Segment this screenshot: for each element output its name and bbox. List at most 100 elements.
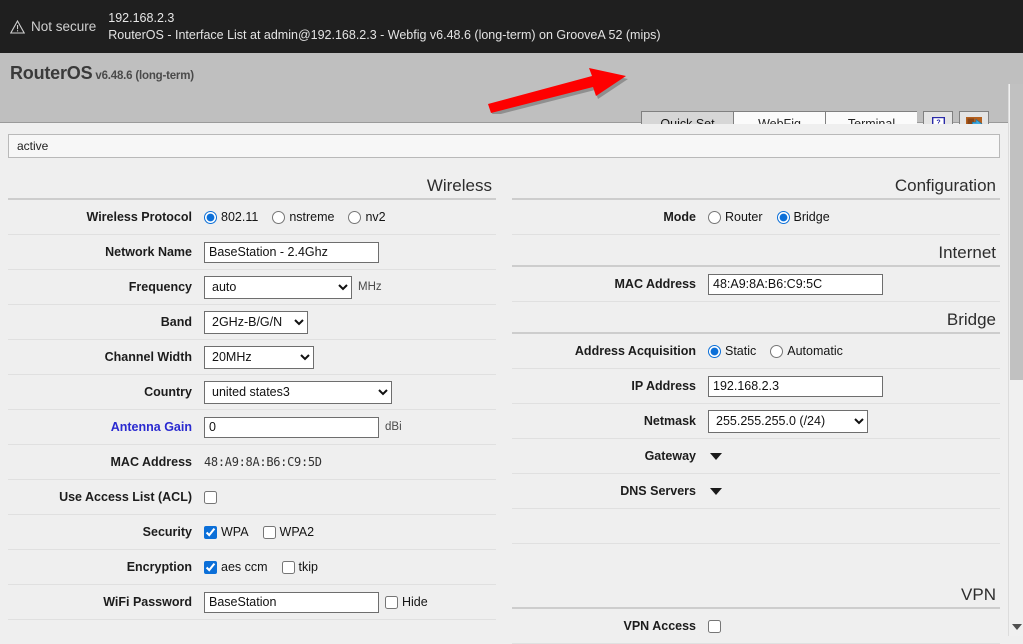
radio-mode-bridge[interactable]: Bridge [777, 210, 830, 224]
row-channel-width: Channel Width 20MHz20/40MHz Ce20/40MHz e… [8, 340, 496, 375]
antenna-gain-input[interactable] [204, 417, 379, 438]
radio-mode-router-label: Router [725, 210, 763, 224]
radio-protocol-80211[interactable]: 802.11 [204, 210, 258, 224]
routeros-version: v6.48.6 (long-term) [95, 70, 193, 82]
radio-acquisition-static-label: Static [725, 344, 756, 358]
ip-address-input[interactable] [708, 376, 883, 397]
label-internet-mac-address: MAC Address [512, 277, 708, 291]
dns-servers-expand-chevron-down-icon[interactable] [710, 488, 722, 495]
row-mode: Mode Router Bridge [512, 200, 1000, 235]
check-security-wpa[interactable]: WPA [204, 525, 249, 539]
check-hide-password-label: Hide [402, 595, 428, 609]
url-text: 192.168.2.3 [108, 10, 660, 27]
page-title-text: RouterOS - Interface List at admin@192.1… [108, 27, 660, 44]
radio-protocol-nv2-input[interactable] [348, 211, 361, 224]
row-security: Security WPA WPA2 [8, 515, 496, 550]
vpn-access-checkbox[interactable] [708, 620, 721, 633]
label-security: Security [8, 525, 204, 539]
check-encryption-tkip[interactable]: tkip [282, 560, 318, 574]
row-frequency: Frequency auto24122417242224272432243724… [8, 270, 496, 305]
radio-acquisition-static[interactable]: Static [708, 344, 756, 358]
check-encryption-tkip-input[interactable] [282, 561, 295, 574]
row-use-acl: Use Access List (ACL) [8, 480, 496, 515]
row-network-name: Network Name [8, 235, 496, 270]
netmask-select[interactable]: 255.255.255.0 (/24)255.255.0.0 (/16)255.… [708, 410, 868, 433]
radio-mode-bridge-input[interactable] [777, 211, 790, 224]
row-antenna-gain: Antenna Gain dBi [8, 410, 496, 445]
network-name-input[interactable] [204, 242, 379, 263]
radio-protocol-nv2[interactable]: nv2 [348, 210, 385, 224]
wifi-password-input[interactable] [204, 592, 379, 613]
row-gateway: Gateway [512, 439, 1000, 474]
status-text: active [17, 139, 48, 153]
status-bar: active [8, 134, 1000, 158]
use-acl-checkbox[interactable] [204, 491, 217, 504]
check-encryption-aesccm-input[interactable] [204, 561, 217, 574]
radio-protocol-nstreme[interactable]: nstreme [272, 210, 334, 224]
radio-protocol-80211-input[interactable] [204, 211, 217, 224]
scrollbar-down-button[interactable] [1009, 619, 1023, 634]
radio-group-mode: Router Bridge [708, 210, 830, 224]
section-wireless-title: Wireless [427, 176, 492, 196]
frequency-select[interactable]: auto241224172422242724322437244224472452… [204, 276, 352, 299]
check-encryption-aesccm[interactable]: aes ccm [204, 560, 268, 574]
scrollbar-thumb[interactable] [1010, 84, 1023, 380]
radio-protocol-80211-label: 802.11 [221, 210, 258, 224]
radio-group-address-acquisition: Static Automatic [708, 344, 843, 358]
row-netmask: Netmask 255.255.255.0 (/24)255.255.0.0 (… [512, 404, 1000, 439]
routeros-logo: RouterOSv6.48.6 (long-term) [10, 63, 194, 84]
label-netmask: Netmask [512, 414, 708, 428]
label-network-name: Network Name [8, 245, 204, 259]
quick-set-content: active Wireless Wireless Protocol 802.11 [0, 124, 1008, 636]
wireless-mac-address-value: 48:A9:8A:B6:C9:5D [204, 455, 322, 469]
radio-protocol-nv2-label: nv2 [365, 210, 385, 224]
page-scrollbar[interactable] [1008, 84, 1023, 636]
label-ip-address: IP Address [512, 379, 708, 393]
section-wireless-header: Wireless [8, 168, 496, 200]
section-configuration-title: Configuration [895, 176, 996, 196]
row-encryption: Encryption aes ccm tkip [8, 550, 496, 585]
section-bridge-title: Bridge [947, 310, 996, 330]
check-hide-password-input[interactable] [385, 596, 398, 609]
label-vpn-access: VPN Access [512, 619, 708, 633]
scroll-down-arrow-icon [1012, 624, 1022, 630]
url-and-title[interactable]: 192.168.2.3 RouterOS - Interface List at… [108, 10, 660, 44]
radio-protocol-nstreme-input[interactable] [272, 211, 285, 224]
check-security-wpa2-input[interactable] [263, 526, 276, 539]
warning-triangle-icon [10, 20, 25, 34]
row-wireless-protocol: Wireless Protocol 802.11 nstreme [8, 200, 496, 235]
label-country: Country [8, 385, 204, 399]
row-dns-servers: DNS Servers [512, 474, 1000, 509]
label-dns-servers: DNS Servers [512, 484, 708, 498]
section-configuration-header: Configuration [512, 168, 1000, 200]
label-frequency: Frequency [8, 280, 204, 294]
radio-acquisition-static-input[interactable] [708, 345, 721, 358]
security-status[interactable]: Not secure [10, 19, 96, 34]
row-country: Country no_country_setunited statesunite… [8, 375, 496, 410]
label-mode: Mode [512, 210, 708, 224]
radio-mode-router-input[interactable] [708, 211, 721, 224]
browser-address-bar: Not secure 192.168.2.3 RouterOS - Interf… [0, 0, 1023, 53]
security-status-label: Not secure [31, 19, 96, 34]
label-wifi-password: WiFi Password [8, 595, 204, 609]
check-security-wpa2[interactable]: WPA2 [263, 525, 315, 539]
radio-acquisition-automatic-input[interactable] [770, 345, 783, 358]
label-channel-width: Channel Width [8, 350, 204, 364]
row-band: Band 2GHz-B2GHz-B/G2GHz-B/G/N2GHz-onlyG2… [8, 305, 496, 340]
country-select[interactable]: no_country_setunited statesunited states… [204, 381, 392, 404]
band-select[interactable]: 2GHz-B2GHz-B/G2GHz-B/G/N2GHz-onlyG2GHz-o… [204, 311, 308, 334]
row-wireless-mac-address: MAC Address 48:A9:8A:B6:C9:5D [8, 445, 496, 480]
label-gateway: Gateway [512, 449, 708, 463]
row-spacer-bridge-bottom [512, 509, 1000, 544]
label-antenna-gain[interactable]: Antenna Gain [8, 420, 204, 434]
radio-acquisition-automatic[interactable]: Automatic [770, 344, 843, 358]
internet-mac-address-input[interactable] [708, 274, 883, 295]
check-security-wpa-input[interactable] [204, 526, 217, 539]
radio-mode-router[interactable]: Router [708, 210, 763, 224]
check-hide-password[interactable]: Hide [385, 595, 428, 609]
radio-group-wireless-protocol: 802.11 nstreme nv2 [204, 210, 386, 224]
row-ip-address: IP Address [512, 369, 1000, 404]
channel-width-select[interactable]: 20MHz20/40MHz Ce20/40MHz eC20/40MHz XX [204, 346, 314, 369]
label-wireless-protocol: Wireless Protocol [8, 210, 204, 224]
gateway-expand-chevron-down-icon[interactable] [710, 453, 722, 460]
